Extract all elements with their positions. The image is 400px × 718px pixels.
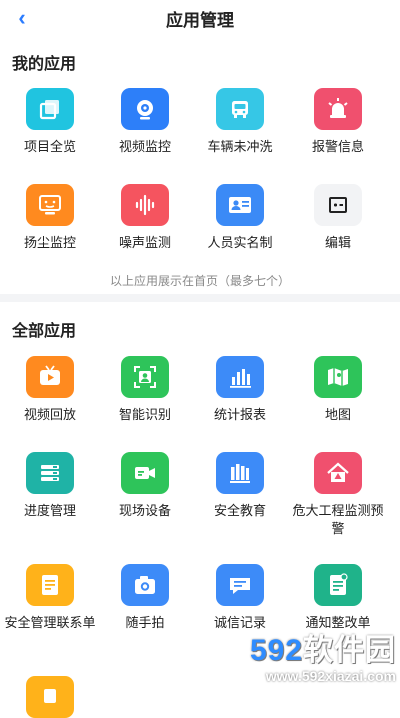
id-card-icon: [216, 184, 264, 226]
app-label: 噪声监测: [118, 235, 171, 250]
header-bar: ‹ 应用管理: [0, 0, 400, 36]
app-label: 进度管理: [23, 503, 76, 518]
app-label: 车辆未冲洗: [207, 139, 273, 154]
camera-lens-icon: [121, 88, 169, 130]
app-label: 扬尘监控: [23, 235, 76, 250]
app-progress-mgmt[interactable]: 进度管理: [0, 452, 100, 520]
app-label: 随手拍: [125, 615, 165, 630]
app-credit-record[interactable]: 诚信记录: [190, 564, 290, 632]
siren-icon: [314, 88, 362, 130]
app-label: 编辑: [324, 235, 351, 250]
app-snapshot[interactable]: 随手拍: [95, 564, 195, 632]
app-label: 统计报表: [213, 407, 266, 422]
app-noise-monitor[interactable]: 噪声监测: [95, 184, 195, 252]
house-alert-icon: [314, 452, 362, 494]
app-label: 人员实名制: [207, 235, 273, 250]
monitor-icon: [26, 184, 74, 226]
document-icon: [26, 564, 74, 606]
app-dust-monitor[interactable]: 扬尘监控: [0, 184, 100, 252]
app-label: 地图: [324, 407, 351, 422]
app-video-monitor[interactable]: 视频监控: [95, 88, 195, 156]
app-smart-recognition[interactable]: 智能识别: [95, 356, 195, 424]
app-icon: [26, 676, 74, 718]
app-project-overview[interactable]: 项目全览: [0, 88, 100, 156]
play-tv-icon: [26, 356, 74, 398]
chat-heart-icon: [216, 564, 264, 606]
app-label: 现场设备: [118, 503, 171, 518]
photo-camera-icon: [121, 564, 169, 606]
app-safety-education[interactable]: 安全教育: [190, 452, 290, 520]
video-camera-icon: [121, 452, 169, 494]
app-label: 安全教育: [213, 503, 266, 518]
app-alarm-info[interactable]: 报警信息: [288, 88, 388, 156]
back-arrow-icon[interactable]: ‹: [10, 5, 34, 30]
list-bars-icon: [26, 452, 74, 494]
app-map[interactable]: 地图: [288, 356, 388, 424]
notice-doc-icon: [314, 564, 362, 606]
face-scan-icon: [121, 356, 169, 398]
plus-minus-icon: [314, 184, 362, 226]
app-vehicle-unwashed[interactable]: 车辆未冲洗: [190, 88, 290, 156]
app-real-name[interactable]: 人员实名制: [190, 184, 290, 252]
app-site-equipment[interactable]: 现场设备: [95, 452, 195, 520]
app-label: 项目全览: [23, 139, 76, 154]
app-label: 视频回放: [23, 407, 76, 422]
app-major-hazard-warning[interactable]: 危大工程监测预警: [288, 452, 388, 538]
truck-icon: [216, 88, 264, 130]
page-title: 应用管理: [166, 10, 234, 30]
sound-wave-icon: [121, 184, 169, 226]
my-apps-grid: 项目全览 视频监控 车辆未冲洗 报警信息 扬尘监控 噪声监测 人员实名制 编辑: [0, 88, 400, 263]
app-label: 通知整改单: [305, 615, 371, 630]
app-stat-report[interactable]: 统计报表: [190, 356, 290, 424]
app-rectification-notice[interactable]: 通知整改单: [288, 564, 388, 632]
all-apps-grid: 视频回放 智能识别 统计报表 地图 进度管理 现场设备 安全教育 危大工程监测预…: [0, 356, 400, 718]
section-divider: [0, 294, 400, 302]
my-apps-title: 我的应用: [12, 56, 77, 73]
app-label: 报警信息: [311, 139, 364, 154]
app-label: 智能识别: [118, 407, 171, 422]
window-stack-icon: [26, 88, 74, 130]
map-icon: [314, 356, 362, 398]
edit-button[interactable]: 编辑: [288, 184, 388, 252]
app-video-playback[interactable]: 视频回放: [0, 356, 100, 424]
app-safety-contact-form[interactable]: 安全管理联系单: [0, 564, 100, 632]
books-icon: [216, 452, 264, 494]
app-label: 视频监控: [118, 139, 171, 154]
app-label: 诚信记录: [213, 615, 266, 630]
app-label: 危大工程监测预警: [292, 503, 384, 536]
home-display-hint: 以上应用展示在首页（最多七个）: [109, 274, 290, 288]
bar-chart-icon: [216, 356, 264, 398]
all-apps-title: 全部应用: [12, 323, 77, 340]
app-label: 安全管理联系单: [4, 615, 96, 630]
app-partial[interactable]: [0, 676, 100, 718]
